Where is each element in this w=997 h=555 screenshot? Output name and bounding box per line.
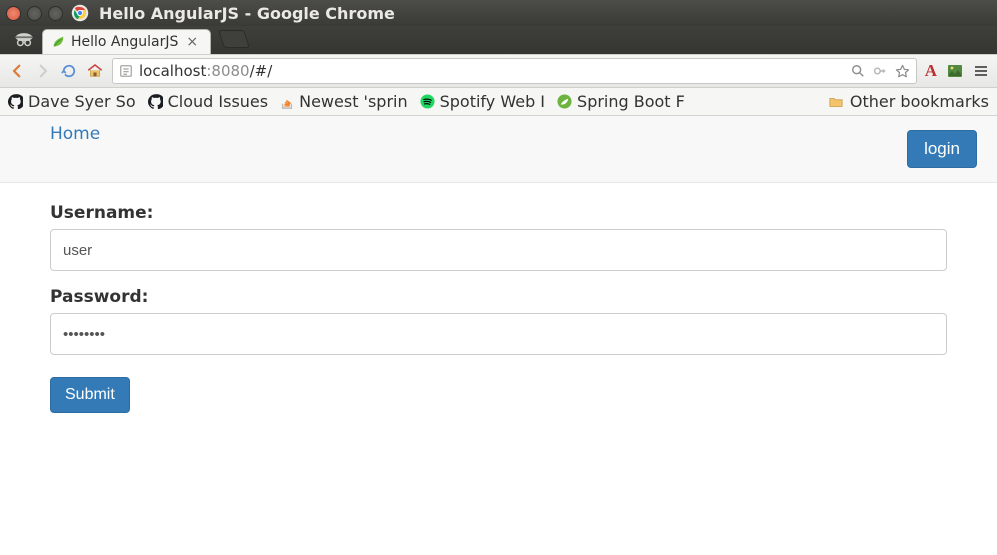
window-minimize-button[interactable]: [27, 6, 42, 21]
bookmark-item-4[interactable]: Spotify Web I: [420, 92, 545, 111]
address-bar-right: [851, 64, 910, 79]
chrome-app-icon: [71, 4, 89, 22]
chrome-menu-icon[interactable]: [973, 63, 989, 79]
address-bar[interactable]: localhost:8080/#/: [112, 58, 917, 84]
stackoverflow-icon: [280, 95, 294, 109]
url-text: localhost:8080/#/: [139, 62, 272, 80]
url-port: :8080: [206, 62, 249, 80]
password-input[interactable]: [50, 313, 947, 355]
login-button[interactable]: login: [907, 130, 977, 168]
username-input[interactable]: [50, 229, 947, 271]
spring-icon: [557, 94, 572, 109]
other-bookmarks[interactable]: Other bookmarks: [828, 92, 989, 111]
window-buttons: [6, 6, 63, 21]
bookmark-item-3[interactable]: Newest 'sprin: [280, 92, 408, 111]
extension-a-icon[interactable]: A: [925, 61, 937, 81]
bookmark-label: Cloud Issues: [168, 92, 269, 111]
bookmark-label: Spotify Web I: [440, 92, 545, 111]
password-label: Password:: [50, 287, 947, 307]
login-form: Username: Password: Submit: [0, 183, 997, 433]
toolbar-extensions: A: [925, 61, 989, 81]
incognito-icon: [6, 26, 42, 54]
url-path: /#/: [250, 62, 273, 80]
window-maximize-button[interactable]: [48, 6, 63, 21]
bookmark-label: Dave Syer So: [28, 92, 136, 111]
star-icon[interactable]: [895, 64, 910, 79]
reload-button[interactable]: [60, 62, 78, 80]
folder-icon: [828, 95, 844, 109]
app-navbar: Home login: [0, 116, 997, 183]
bookmark-item-1[interactable]: Dave Syer So: [8, 92, 136, 111]
window-title: Hello AngularJS - Google Chrome: [99, 4, 395, 23]
leaf-favicon: [51, 35, 65, 49]
browser-toolbar: localhost:8080/#/ A: [0, 54, 997, 88]
url-host: localhost: [139, 62, 206, 80]
window-close-button[interactable]: [6, 6, 21, 21]
extension-picture-icon[interactable]: [947, 63, 963, 79]
key-icon[interactable]: [873, 64, 887, 78]
bookmark-label: Spring Boot F: [577, 92, 685, 111]
window-titlebar: Hello AngularJS - Google Chrome: [0, 0, 997, 26]
username-label: Username:: [50, 203, 947, 223]
spotify-icon: [420, 94, 435, 109]
back-button[interactable]: [8, 62, 26, 80]
tab-title: Hello AngularJS: [71, 34, 178, 50]
tab-strip: Hello AngularJS ×: [0, 26, 997, 54]
new-tab-button[interactable]: [218, 30, 250, 48]
browser-tab[interactable]: Hello AngularJS ×: [42, 29, 211, 54]
bookmark-item-5[interactable]: Spring Boot F: [557, 92, 685, 111]
site-info-icon[interactable]: [119, 64, 133, 78]
other-bookmarks-label: Other bookmarks: [850, 92, 989, 111]
tab-close-icon[interactable]: ×: [184, 34, 200, 50]
github-icon: [8, 94, 23, 109]
submit-button[interactable]: Submit: [50, 377, 130, 413]
forward-button[interactable]: [34, 62, 52, 80]
bookmark-item-2[interactable]: Cloud Issues: [148, 92, 269, 111]
zoom-icon[interactable]: [851, 64, 865, 78]
home-button[interactable]: [86, 62, 104, 80]
github-icon: [148, 94, 163, 109]
bookmarks-bar: Dave Syer So Cloud Issues Newest 'sprin …: [0, 88, 997, 116]
home-link[interactable]: Home: [50, 124, 100, 144]
bookmark-label: Newest 'sprin: [299, 92, 408, 111]
